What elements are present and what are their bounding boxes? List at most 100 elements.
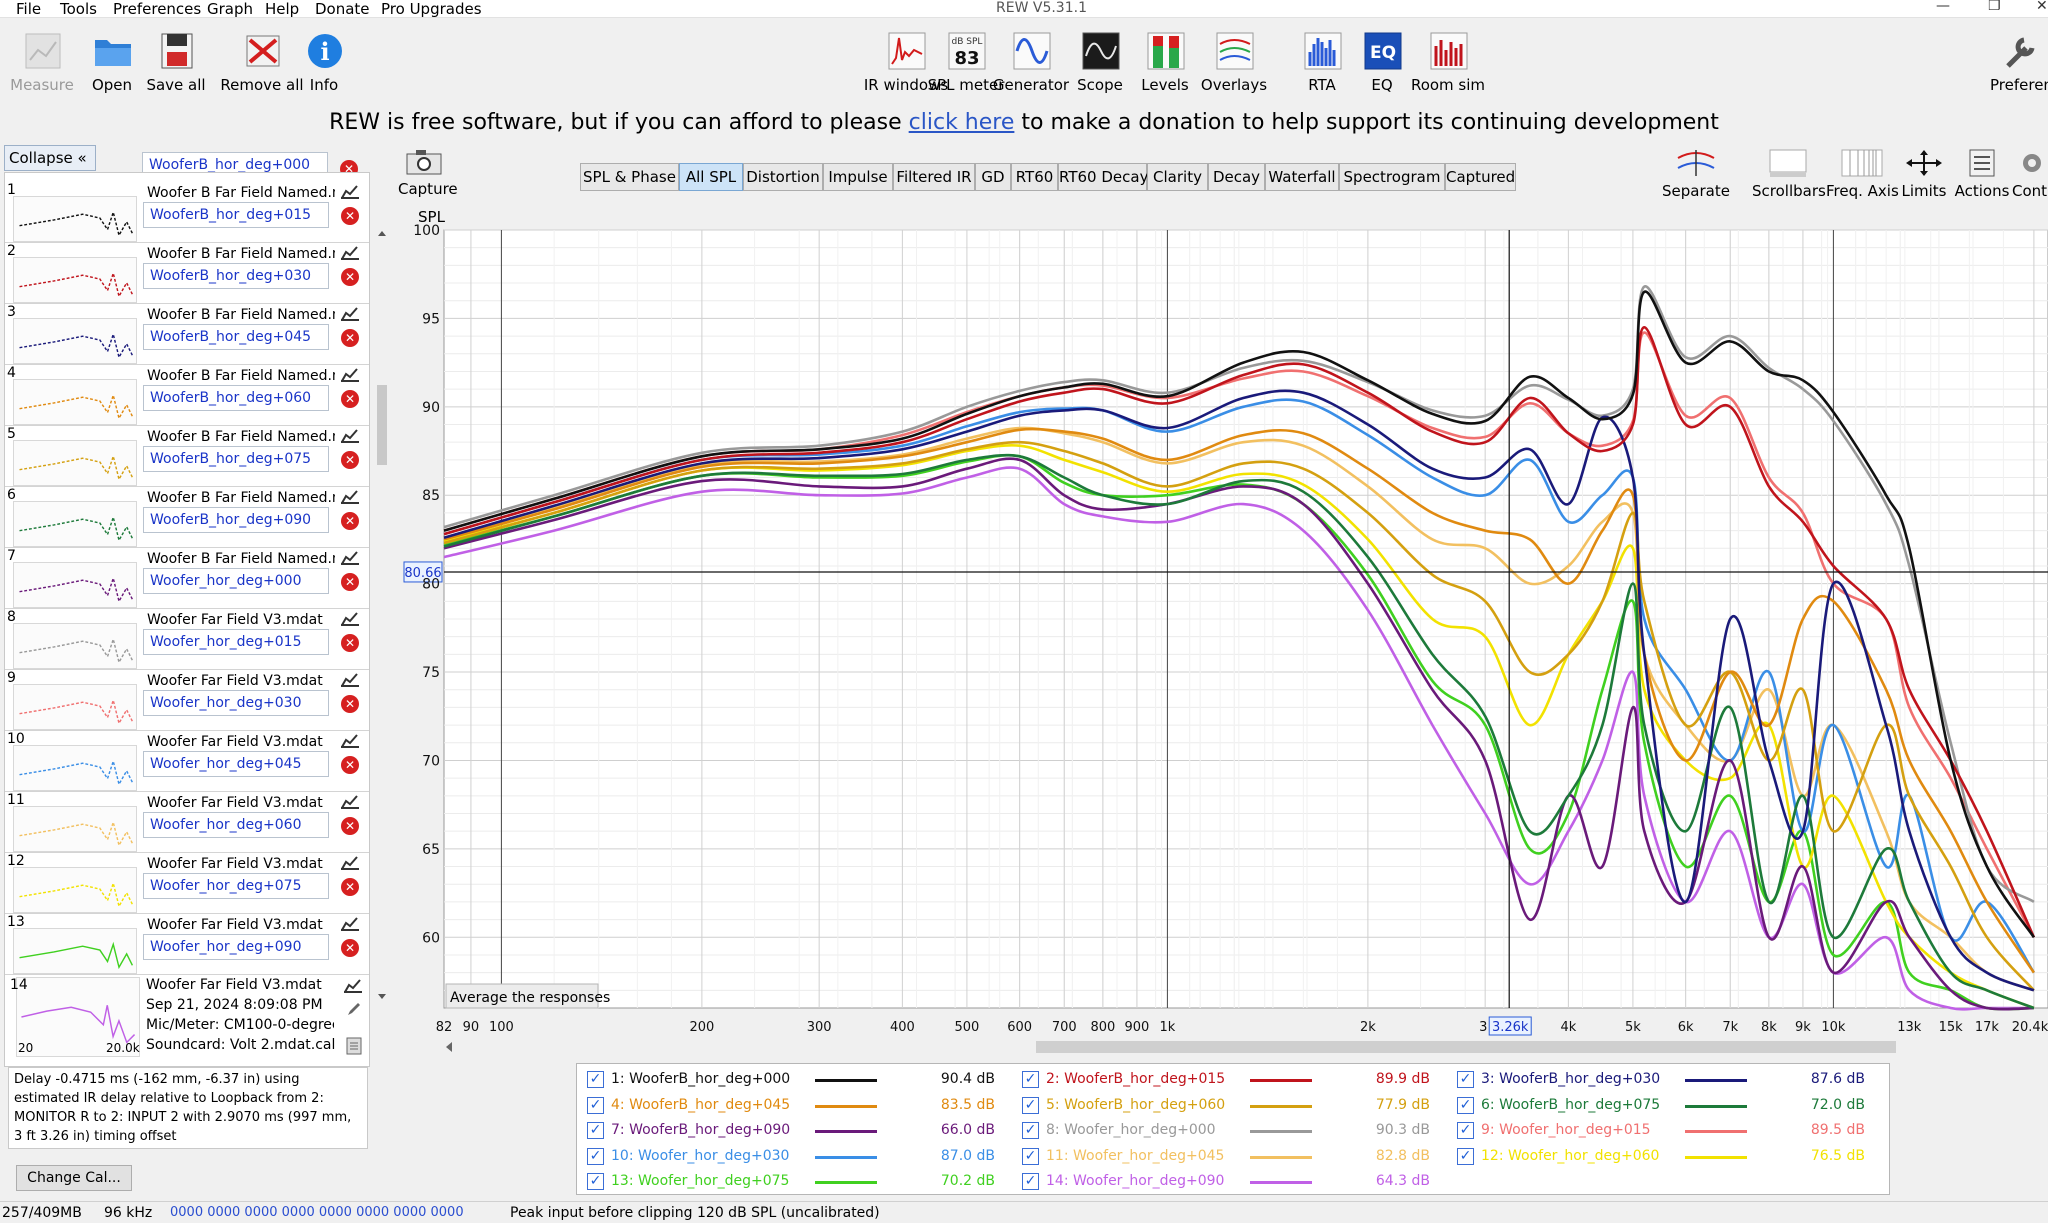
change-cal-button[interactable]: Change Cal... <box>16 1165 132 1191</box>
legend-item: ✓ 12: Woofer_hor_deg+060 76.5 dB <box>1457 1147 1877 1169</box>
series-line-swatch <box>1250 1130 1312 1133</box>
cursor-freq-readout: 3.26k <box>1492 1020 1529 1035</box>
legend-item: ✓ 9: Woofer_hor_deg+015 89.5 dB <box>1457 1121 1877 1143</box>
series-line-swatch <box>1250 1181 1312 1184</box>
y-tick-label: 90 <box>422 400 440 416</box>
sample-rate-status: 96 kHz <box>104 1205 153 1221</box>
series-value: 87.6 dB <box>1810 1071 1865 1087</box>
series-name: 14: Woofer_hor_deg+090 <box>1046 1173 1225 1189</box>
x-tick-label: 3 <box>1479 1020 1487 1035</box>
series-name: 11: Woofer_hor_deg+045 <box>1046 1147 1225 1164</box>
series-line-swatch <box>815 1130 877 1133</box>
input-bits-status: 0000 0000 0000 0000 0000 0000 0000 0000 <box>170 1205 464 1220</box>
series-value: 70.2 dB <box>940 1173 995 1189</box>
series-name: 3: WooferB_hor_deg+030 <box>1481 1071 1661 1087</box>
y-tick-label: 65 <box>422 842 440 858</box>
series-name: 12: Woofer_hor_deg+060 <box>1481 1147 1660 1164</box>
x-tick-label: 800 <box>1090 1020 1115 1035</box>
legend-table: ✓ 1: WooferB_hor_deg+000 90.4 dB ✓ 2: Woofer… <box>576 1063 1890 1195</box>
series-value: 64.3 dB <box>1375 1173 1430 1189</box>
series-checkbox[interactable]: ✓ <box>1022 1096 1039 1114</box>
y-axis: 1009590858075706560 <box>413 223 440 946</box>
legend-item: ✓ 4: WooferB_hor_deg+045 83.5 dB <box>587 1096 1007 1118</box>
y-tick-label: 70 <box>422 753 440 769</box>
legend-item: ✓ 6: WooferB_hor_deg+075 72.0 dB <box>1457 1096 1877 1118</box>
series-checkbox[interactable]: ✓ <box>1022 1173 1039 1190</box>
legend-item: ✓ 1: WooferB_hor_deg+000 90.4 dB <box>587 1070 1007 1092</box>
x-tick-label: 82 <box>436 1020 453 1035</box>
series-value: 90.3 dB <box>1375 1122 1430 1138</box>
series-line-swatch <box>1250 1104 1312 1108</box>
rew-window: File Tools Preferences Graph Help Donate… <box>0 0 2048 1223</box>
series-value: 90.4 dB <box>940 1071 995 1087</box>
average-responses-button[interactable]: Average the responses <box>445 983 610 1009</box>
legend-item: ✓ 13: Woofer_hor_deg+075 70.2 dB <box>587 1172 1007 1194</box>
series-line-swatch <box>815 1181 877 1184</box>
series-checkbox[interactable]: ✓ <box>1022 1122 1039 1139</box>
x-tick-label: 8k <box>1761 1020 1777 1035</box>
memory-status: 257/409MB <box>2 1205 82 1221</box>
legend-item: ✓ 3: WooferB_hor_deg+030 87.6 dB <box>1457 1070 1877 1092</box>
series-checkbox[interactable]: ✓ <box>587 1173 604 1190</box>
y-axis-label: SPL <box>418 208 446 226</box>
series-value: 89.5 dB <box>1810 1122 1865 1138</box>
series-checkbox[interactable]: ✓ <box>587 1071 604 1088</box>
series-checkbox[interactable]: ✓ <box>587 1122 604 1139</box>
peak-input-status: Peak input before clipping 120 dB SPL (u… <box>510 1205 880 1221</box>
series-value: 83.5 dB <box>940 1096 995 1113</box>
legend-item: ✓ 7: WooferB_hor_deg+090 66.0 dB <box>587 1121 1007 1143</box>
y-tick-label: 95 <box>422 311 440 327</box>
series-line-swatch <box>1685 1079 1747 1082</box>
x-tick-label: 1k <box>1159 1020 1175 1035</box>
series-name: 7: WooferB_hor_deg+090 <box>611 1122 791 1138</box>
x-axis: 82 90 100 200 300 400 500 600 700 800 900 1k 2k 4k 5k 6… <box>436 1020 2048 1035</box>
series-line-swatch <box>1685 1104 1747 1108</box>
series-value: 82.8 dB <box>1375 1147 1430 1164</box>
x-tick-label: 6k <box>1678 1020 1694 1035</box>
x-tick-label: 13k <box>1897 1020 1922 1035</box>
legend-item: ✓ 2: WooferB_hor_deg+015 89.9 dB <box>1022 1070 1442 1092</box>
series-checkbox[interactable]: ✓ <box>587 1147 604 1165</box>
y-tick-label: 75 <box>422 665 440 681</box>
legend-item: ✓ 14: Woofer_hor_deg+090 64.3 dB <box>1022 1172 1442 1194</box>
series-name: 4: WooferB_hor_deg+045 <box>611 1096 791 1113</box>
series-checkbox[interactable]: ✓ <box>587 1096 604 1114</box>
series-value: 72.0 dB <box>1810 1096 1865 1113</box>
series-checkbox[interactable]: ✓ <box>1457 1096 1474 1114</box>
series-checkbox[interactable]: ✓ <box>1457 1071 1474 1088</box>
series-line-swatch <box>815 1155 877 1159</box>
x-tick-label: 400 <box>890 1020 915 1035</box>
series-checkbox[interactable]: ✓ <box>1022 1147 1039 1165</box>
series-checkbox[interactable]: ✓ <box>1457 1147 1474 1165</box>
series-checkbox[interactable]: ✓ <box>1022 1071 1039 1088</box>
x-tick-label: 600 <box>1007 1020 1032 1035</box>
series-checkbox[interactable]: ✓ <box>1457 1122 1474 1139</box>
spl-graph[interactable]: 80.663.26k3 1009590858075706560 82 90 100 2… <box>0 0 2048 1060</box>
y-tick-label: 80 <box>422 577 440 593</box>
y-tick-label: 60 <box>422 930 440 946</box>
y-tick-label: 85 <box>422 488 440 504</box>
legend-item: ✓ 11: Woofer_hor_deg+045 82.8 dB <box>1022 1147 1442 1169</box>
x-tick-label: 900 <box>1125 1020 1150 1035</box>
x-tick-label: 10k <box>1821 1020 1846 1035</box>
average-label: Average the responses <box>450 990 610 1006</box>
x-tick-label: 300 <box>807 1020 832 1035</box>
series-name: 13: Woofer_hor_deg+075 <box>611 1173 790 1189</box>
series-line-swatch <box>815 1079 877 1082</box>
series-name: 2: WooferB_hor_deg+015 <box>1046 1071 1226 1087</box>
x-tick-label: 100 <box>489 1020 514 1035</box>
horizontal-scrollbar[interactable] <box>446 1041 1896 1053</box>
series-value: 77.9 dB <box>1375 1096 1430 1113</box>
series-value: 66.0 dB <box>940 1122 995 1138</box>
x-tick-label: 9k <box>1795 1020 1811 1035</box>
x-tick-label: 2k <box>1360 1020 1376 1035</box>
series-line-swatch <box>1250 1155 1312 1159</box>
x-tick-label: 90 <box>463 1020 480 1035</box>
series-line-swatch <box>1685 1155 1747 1159</box>
x-tick-label: 700 <box>1052 1020 1077 1035</box>
series-name: 8: Woofer_hor_deg+000 <box>1046 1122 1216 1138</box>
series-line-swatch <box>1250 1079 1312 1082</box>
series-name: 6: WooferB_hor_deg+075 <box>1481 1096 1661 1113</box>
series-name: 10: Woofer_hor_deg+030 <box>611 1147 790 1164</box>
delay-info: Delay -0.4715 ms (-162 mm, -6.37 in) usi… <box>8 1067 368 1149</box>
